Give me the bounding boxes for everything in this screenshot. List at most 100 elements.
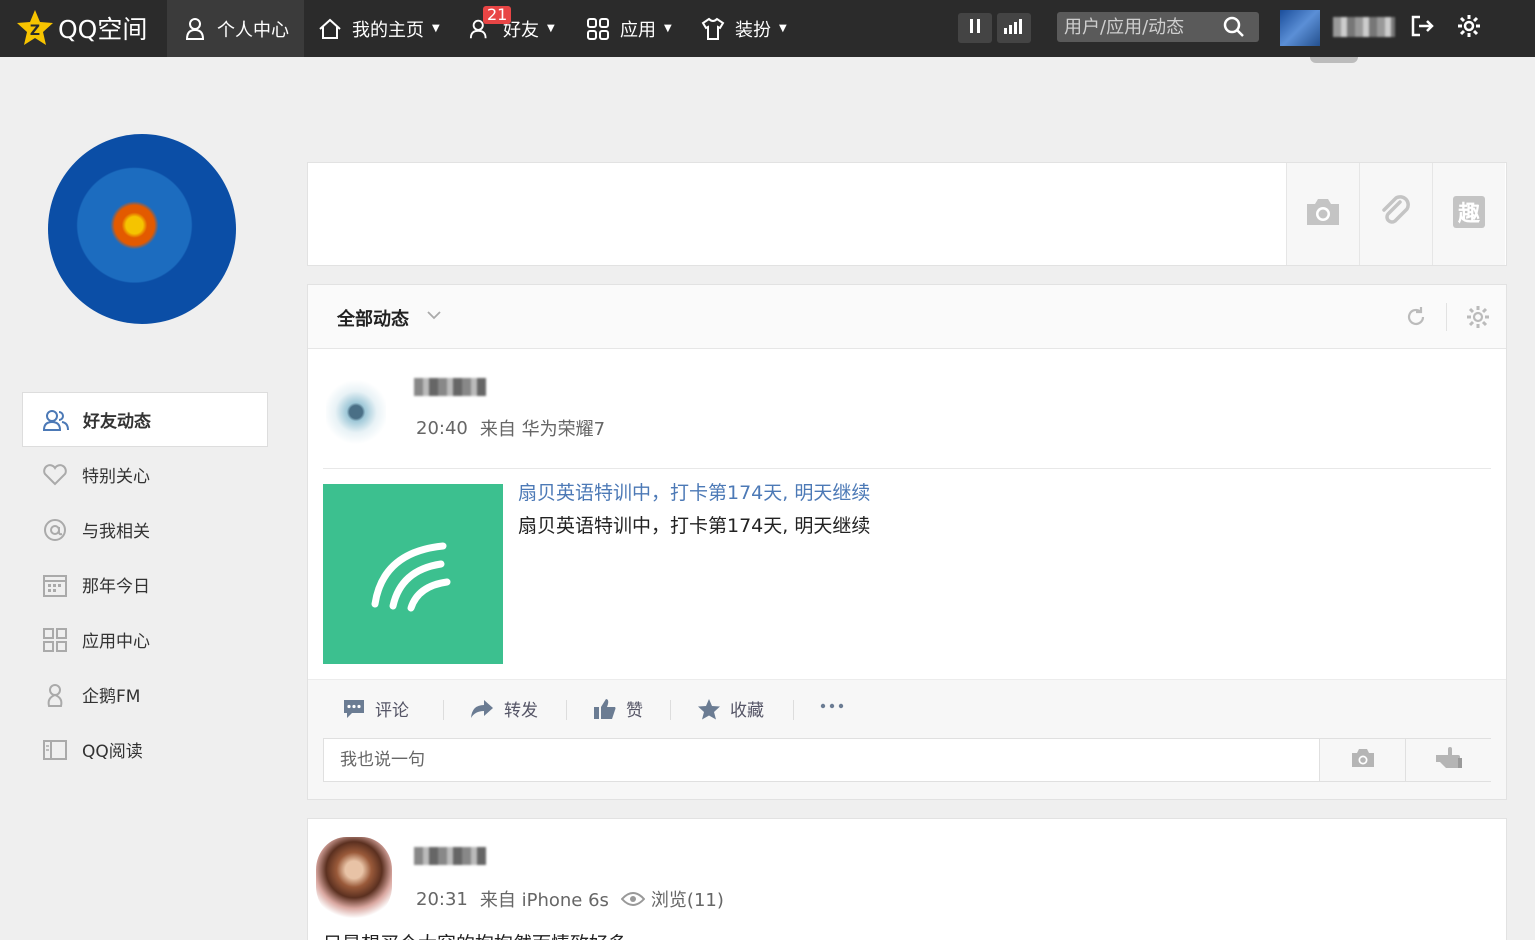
bar-chart-icon: [1003, 18, 1025, 38]
post-meta: 20:31 来自 iPhone 6s 浏览(11): [416, 886, 736, 912]
logout-button[interactable]: [1409, 14, 1437, 42]
sidebar-item-penguin-fm[interactable]: 企鹅FM: [22, 667, 268, 722]
sidebar-item-qq-reading[interactable]: QQ阅读: [22, 722, 268, 777]
composer-input[interactable]: [308, 163, 1286, 265]
post-views[interactable]: 浏览(11): [651, 886, 724, 912]
caret-down-icon: ▼: [664, 23, 672, 34]
friends-badge: 21: [483, 6, 512, 24]
sidebar-item-label: QQ阅读: [82, 742, 143, 762]
share-thumbnail[interactable]: [323, 484, 503, 664]
sidebar-item-label: 企鹅FM: [82, 687, 141, 707]
gear-icon[interactable]: [1466, 305, 1490, 333]
like-button[interactable]: 赞: [593, 696, 643, 721]
settings-button[interactable]: [1455, 14, 1483, 42]
post-author-name-blurred[interactable]: [414, 378, 486, 396]
comment-photo-button[interactable]: [1319, 739, 1405, 781]
post-time: 20:31: [416, 888, 468, 910]
friends-icon: [43, 407, 69, 433]
post-author-avatar[interactable]: [316, 837, 392, 919]
top-bar: Z QQ空间 个人中心 我的主页 ▼ 21 好友 ▼ 应用 ▼ 装扮 ▼ 用户/…: [0, 0, 1535, 57]
fun-badge-icon: 趣: [1451, 194, 1487, 234]
post-author-name-blurred[interactable]: [414, 847, 486, 865]
profile-avatar[interactable]: [48, 134, 236, 324]
camera-icon: [1304, 196, 1342, 232]
nav-decorate[interactable]: 装扮 ▼: [701, 0, 787, 57]
forward-arrow-icon: [469, 698, 495, 720]
post-author-avatar[interactable]: [326, 377, 386, 447]
pointing-hand-icon: [1434, 746, 1464, 774]
comment-icon: [342, 698, 366, 720]
thumbs-up-icon: [593, 698, 617, 720]
sidebar-item-on-this-day[interactable]: 那年今日: [22, 557, 268, 612]
apps-icon: [42, 627, 68, 653]
favorite-button[interactable]: 收藏: [697, 696, 764, 721]
home-icon: [318, 17, 342, 41]
pause-button[interactable]: [958, 13, 992, 43]
share-button[interactable]: 转发: [469, 696, 538, 721]
person-icon: [183, 17, 207, 41]
chevron-down-icon[interactable]: [426, 307, 442, 327]
eye-icon: [620, 891, 645, 907]
nav-personal-center[interactable]: 个人中心: [167, 0, 304, 57]
feed-panel: 全部动态 20:40 来自 华为荣耀7 扇贝英语特训中，打卡第174天, 明天继…: [307, 284, 1507, 800]
fun-button[interactable]: 趣: [1432, 163, 1505, 265]
caret-down-icon: ▼: [432, 23, 440, 34]
nav-label: 装扮: [735, 19, 771, 41]
attach-link-button[interactable]: [1359, 163, 1432, 265]
user-name-blurred[interactable]: [1333, 17, 1395, 37]
penguin-icon: [42, 682, 68, 708]
action-separator: [793, 700, 794, 720]
sidebar-item-label: 那年今日: [82, 577, 150, 597]
more-button[interactable]: [819, 694, 845, 723]
comment-button[interactable]: 评论: [342, 696, 409, 721]
nav-apps[interactable]: 应用 ▼: [586, 0, 672, 57]
action-separator: [443, 700, 444, 720]
post-divider: [323, 468, 1491, 469]
action-label: 转发: [504, 701, 538, 721]
action-separator: [670, 700, 671, 720]
action-label: 赞: [626, 701, 643, 721]
share-description: 扇贝英语特训中，打卡第174天, 明天继续: [518, 515, 871, 537]
comment-poke-button[interactable]: [1405, 739, 1491, 781]
header-separator: [1446, 303, 1447, 331]
logo-text: QQ空间: [58, 15, 148, 44]
feed-filter-title[interactable]: 全部动态: [337, 305, 409, 331]
sidebar-item-friend-feed[interactable]: 好友动态: [22, 392, 268, 447]
calendar-icon: [42, 572, 68, 598]
refresh-icon[interactable]: [1404, 305, 1428, 333]
tshirt-icon: [701, 17, 725, 41]
post-composer: 趣: [307, 162, 1507, 266]
action-separator: [566, 700, 567, 720]
post-source: 来自 iPhone 6s: [479, 890, 609, 911]
at-icon: [42, 517, 68, 543]
sidebar-item-label: 好友动态: [83, 412, 151, 432]
stats-button[interactable]: [997, 13, 1031, 43]
nav-label: 我的主页: [352, 19, 424, 41]
qzone-logo[interactable]: Z QQ空间: [16, 6, 147, 50]
caret-down-icon: ▼: [547, 23, 555, 34]
sidebar-item-label: 应用中心: [82, 632, 150, 652]
search-input[interactable]: [1057, 16, 1222, 38]
nav-my-home[interactable]: 我的主页 ▼: [318, 0, 440, 57]
post-meta: 20:40 来自 华为荣耀7: [416, 415, 617, 441]
sidebar-item-app-center[interactable]: 应用中心: [22, 612, 268, 667]
pause-icon: [968, 18, 982, 38]
photo-button[interactable]: [1286, 163, 1359, 265]
post-source: 来自 华为荣耀7: [479, 419, 606, 440]
post-time: 20:40: [416, 417, 468, 439]
search-icon[interactable]: [1222, 15, 1246, 39]
sidebar-item-label: 特别关心: [82, 467, 150, 487]
post-text: 只是想买个大容的抱抱然而情致好多: [323, 929, 627, 940]
sidebar-item-mentions[interactable]: 与我相关: [22, 502, 268, 557]
logout-icon: [1410, 14, 1436, 42]
search-box: [1057, 12, 1259, 42]
feed-header: 全部动态: [308, 285, 1506, 349]
sidebar-item-special-care[interactable]: 特别关心: [22, 447, 268, 502]
comment-input[interactable]: [324, 740, 1314, 780]
share-title-link[interactable]: 扇贝英语特训中，打卡第174天, 明天继续: [518, 478, 870, 505]
gear-icon: [1457, 14, 1481, 42]
comment-box: [323, 738, 1491, 782]
star-icon: [697, 698, 721, 720]
nav-friends[interactable]: 21 好友 ▼: [469, 0, 555, 57]
user-avatar[interactable]: [1280, 10, 1320, 46]
